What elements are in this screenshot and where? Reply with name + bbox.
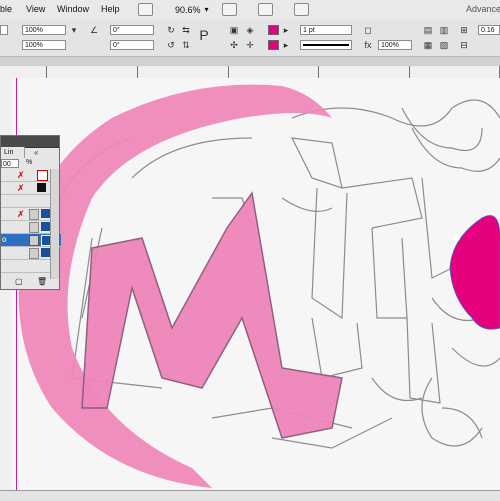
opacity-field[interactable]: 100% <box>378 40 412 50</box>
document-canvas[interactable] <box>12 78 500 500</box>
rotate-ccw-icon[interactable]: ↺ <box>165 40 177 50</box>
bridge-icon[interactable] <box>138 3 153 16</box>
toolbar-gap <box>0 57 500 66</box>
black-swatch-icon[interactable] <box>37 183 46 192</box>
rotate-cw-icon[interactable]: ↻ <box>165 25 177 35</box>
stroke-type-line[interactable] <box>300 40 352 50</box>
chevron-down-icon[interactable]: ▾ <box>205 5 209 14</box>
collapse-icon[interactable]: « <box>34 148 38 157</box>
panel-row[interactable] <box>1 260 53 273</box>
view-options-icon[interactable] <box>222 3 237 16</box>
stroke-weight-field[interactable]: 1 pt <box>300 25 352 35</box>
panel-row[interactable]: ✗ <box>1 182 53 195</box>
select-content-icon[interactable]: ◈ <box>244 25 256 35</box>
menu-item-view[interactable]: View <box>26 4 45 14</box>
rotate-icon: ∠ <box>89 25 99 35</box>
color-swatch-icon[interactable] <box>41 222 50 231</box>
flip-v-icon[interactable]: ⇅ <box>180 40 192 50</box>
layers-panel: Lin « 00 % ✗ ✗ ✗ o ▢ 🗑 <box>0 135 61 290</box>
no-stroke-icon[interactable]: ✗ <box>17 183 25 194</box>
select-next-icon[interactable]: ✛ <box>244 40 256 50</box>
panel-value-field[interactable]: 00 <box>1 159 19 168</box>
color-swatch-icon[interactable] <box>41 209 50 218</box>
menu-item-table[interactable]: ble <box>0 4 12 14</box>
panel-row[interactable] <box>1 247 53 260</box>
no-fill-icon[interactable] <box>37 170 48 181</box>
scale-y-field[interactable]: 100% <box>22 40 66 50</box>
rotate-field[interactable]: 0° <box>110 25 154 35</box>
fill-swatch[interactable] <box>268 25 279 35</box>
no-stroke-icon[interactable]: ✗ <box>17 170 25 181</box>
constrain-icon[interactable]: ▾ <box>68 25 80 35</box>
text-wrap-box-icon[interactable]: ▥ <box>438 25 450 35</box>
auto-fit-icon[interactable]: ⊟ <box>458 40 470 50</box>
menu-item-help[interactable]: Help <box>101 4 120 14</box>
scale-x-field[interactable]: 100% <box>22 25 66 35</box>
x-field-stub[interactable] <box>0 25 8 35</box>
panel-row[interactable] <box>1 195 53 208</box>
fit-content-icon[interactable]: ▧ <box>438 40 450 50</box>
swatch-icon[interactable] <box>29 248 39 259</box>
select-prev-icon[interactable]: ✣ <box>228 40 240 50</box>
workspace-switcher[interactable]: Advance <box>466 4 500 14</box>
text-wrap-none-icon[interactable]: ▤ <box>422 25 434 35</box>
menu-item-window[interactable]: Window <box>57 4 89 14</box>
panel-tab[interactable]: Lin <box>1 147 25 158</box>
panel-row[interactable] <box>1 221 53 234</box>
stroke-swatch[interactable] <box>268 40 279 50</box>
panel-unit-label: % <box>26 159 33 166</box>
panel-scrollbar[interactable] <box>50 169 59 279</box>
menu-bar: ble View Window Help 90.6% ▾ Advance <box>0 0 500 21</box>
screen-mode-icon[interactable] <box>258 3 273 16</box>
magenta-shape <box>449 215 500 330</box>
reference-value-field[interactable]: 0.16 <box>478 25 500 35</box>
zoom-level: 90.6% <box>175 4 201 15</box>
row-label: o <box>2 235 7 244</box>
grid-icon[interactable]: ⊞ <box>458 25 470 35</box>
fit-frame-icon[interactable]: ▦ <box>422 40 434 50</box>
no-stroke-icon[interactable]: ✗ <box>17 209 25 220</box>
status-bar <box>0 490 500 501</box>
swatch-icon[interactable] <box>29 235 39 246</box>
panel-row[interactable]: ✗ <box>1 169 53 182</box>
pink-letter-m <box>81 191 343 439</box>
reference-point-icon[interactable]: P <box>198 28 210 42</box>
artwork[interactable] <box>12 78 500 500</box>
stroke-dropdown-icon[interactable]: ▸ <box>280 40 292 50</box>
effects-icon[interactable]: fx <box>362 40 374 50</box>
swatch-icon[interactable] <box>29 209 39 220</box>
drop-shadow-icon[interactable]: ◻ <box>362 25 374 35</box>
zoom-control[interactable]: 90.6% ▾ <box>138 2 209 17</box>
panel-row[interactable]: ✗ <box>1 208 53 221</box>
selection-anchor-icon <box>454 235 460 241</box>
select-container-icon[interactable]: ▣ <box>228 25 240 35</box>
arrange-docs-icon[interactable] <box>294 3 309 16</box>
color-swatch-icon[interactable] <box>41 248 50 257</box>
fill-dropdown-icon[interactable]: ▸ <box>280 25 292 35</box>
control-panel: 100% 100% ▾ ∠ 0° 0° ↻ ⇆ ↺ ⇅ P ▣ ◈ ✣ ✛ ▸ … <box>0 20 500 57</box>
shear-field[interactable]: 0° <box>110 40 154 50</box>
new-item-icon[interactable]: ▢ <box>15 277 23 286</box>
swatch-icon[interactable] <box>29 222 39 233</box>
flip-h-icon[interactable]: ⇆ <box>180 25 192 35</box>
trash-icon[interactable]: 🗑 <box>37 277 47 286</box>
